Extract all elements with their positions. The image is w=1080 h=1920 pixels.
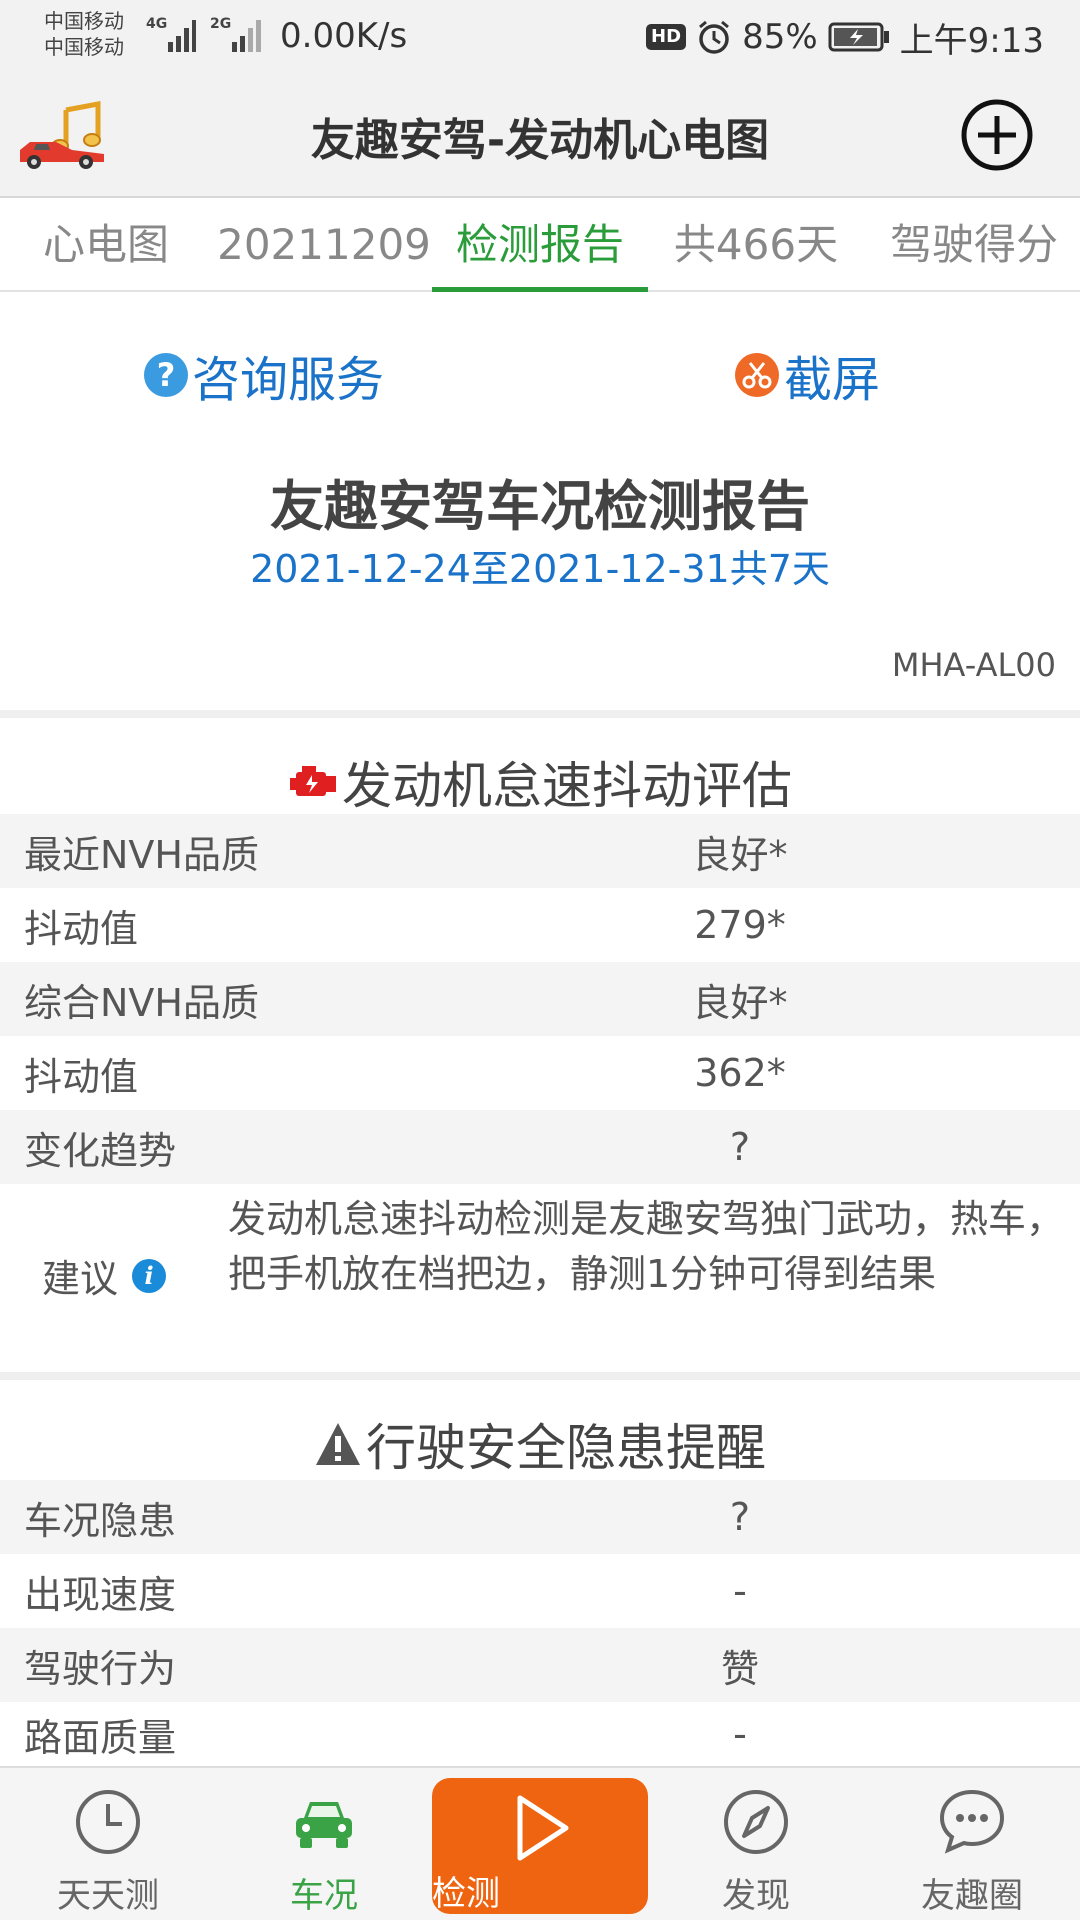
scissors-icon — [735, 353, 779, 397]
advice-block: 建议 i 发动机怠速抖动检测是友趣安驾独门武功，热车，把手机放在档把边，静测1分… — [0, 1184, 1080, 1356]
tab-date-label: 20211209 — [217, 220, 431, 269]
row-value: 良好* — [692, 980, 788, 1025]
network-speed: 0.00K/s — [280, 16, 408, 56]
engine-section-title: 发动机怠速抖动评估 — [0, 746, 1080, 818]
nav-car-status[interactable]: 车况 — [216, 1768, 432, 1920]
nav-car-status-label: 车况 — [290, 1876, 358, 1916]
row-label: 车况隐患 — [24, 1498, 177, 1543]
table-row: 最近NVH品质 良好* — [0, 814, 1080, 888]
nav-discover[interactable]: 发现 — [648, 1768, 864, 1920]
row-label: 路面质量 — [24, 1715, 177, 1760]
nav-community-label: 友趣圈 — [921, 1876, 1023, 1916]
row-value: 赞 — [720, 1646, 759, 1691]
page-title: 友趣安驾-发动机心电图 — [310, 115, 770, 166]
tab-date[interactable]: 20211209 — [212, 198, 436, 292]
active-tab-indicator — [432, 287, 648, 292]
row-value: 良好* — [692, 832, 788, 877]
battery-percent: 85% — [742, 17, 818, 57]
nav-detect[interactable]: 检测 — [432, 1778, 648, 1914]
carrier-labels: 中国移动 中国移动 — [44, 8, 124, 60]
status-right: HD 85% 上午9:13 — [646, 14, 1044, 61]
tab-report-label: 检测报告 — [455, 220, 624, 269]
consult-service-link[interactable]: ? 咨询服务 — [144, 340, 384, 410]
row-label: 出现速度 — [24, 1572, 177, 1617]
nav-discover-label: 发现 — [722, 1876, 790, 1916]
nav-community[interactable]: 友趣圈 — [864, 1768, 1080, 1920]
clock-icon — [76, 1790, 140, 1854]
nav-daily-test[interactable]: 天天测 — [0, 1768, 216, 1920]
play-icon — [517, 1795, 569, 1861]
alarm-icon — [699, 20, 730, 54]
row-value: ? — [729, 1125, 751, 1169]
tab-score[interactable]: 驾驶得分 — [872, 198, 1076, 292]
tab-bar: 心电图 20211209 检测报告 共466天 驾驶得分 — [0, 198, 1080, 292]
safety-section-title: 行驶安全隐患提醒 — [0, 1408, 1080, 1480]
bottom-nav: 天天测 车况 检测 发现 友趣圈 — [0, 1766, 1080, 1920]
row-value: - — [733, 1712, 747, 1756]
warning-icon — [316, 1423, 360, 1465]
engine-section-label: 发动机怠速抖动评估 — [342, 757, 792, 815]
tab-days-label: 共466天 — [673, 220, 839, 269]
row-label: 变化趋势 — [24, 1128, 177, 1173]
screenshot-link[interactable]: 截屏 — [734, 340, 880, 410]
table-row: 抖动值 362* — [0, 1036, 1080, 1110]
hd-badge: HD — [646, 24, 687, 50]
table-row: 出现速度 - — [0, 1554, 1080, 1628]
car-icon — [296, 1802, 352, 1848]
screenshot-label: 截屏 — [784, 352, 881, 408]
row-value: 362* — [694, 1051, 786, 1095]
nav-daily-test-label: 天天测 — [57, 1876, 159, 1916]
nav-detect-label: 检测 — [432, 1874, 500, 1914]
report-date-range: 2021-12-24至2021-12-31共7天 — [250, 547, 830, 591]
app-header: 友趣安驾-发动机心电图 — [0, 76, 1080, 198]
table-row: 综合NVH品质 良好* — [0, 962, 1080, 1036]
app-screen: 中国移动 中国移动 4G 2G 0.00K/s HD 85% 上午9:13 友趣… — [0, 0, 1080, 1920]
tab-report[interactable]: 检测报告 — [432, 198, 648, 292]
row-value: - — [733, 1569, 747, 1613]
battery-charging-icon — [828, 22, 889, 52]
tab-score-label: 驾驶得分 — [889, 220, 1058, 269]
advice-text: 发动机怠速抖动检测是友趣安驾独门武功，热车，把手机放在档把边，静测1分钟可得到结… — [228, 1197, 1065, 1296]
compass-icon — [724, 1790, 788, 1854]
safety-section-label: 行驶安全隐患提醒 — [366, 1419, 766, 1477]
section-divider — [0, 710, 1080, 718]
chat-bubble-icon — [939, 1789, 1005, 1854]
table-row: 路面质量 - — [0, 1702, 1080, 1766]
signal-icon — [168, 20, 196, 52]
help-icon: ? — [144, 353, 188, 397]
tab-ecg-label: 心电图 — [42, 220, 169, 269]
row-value: ? — [729, 1495, 751, 1539]
table-row: 驾驶行为 赞 — [0, 1628, 1080, 1702]
tab-ecg[interactable]: 心电图 — [18, 198, 194, 292]
row-label: 综合NVH品质 — [24, 980, 259, 1025]
row-label: 驾驶行为 — [24, 1646, 177, 1691]
add-icon[interactable] — [960, 98, 1034, 172]
advice-label: 建议 — [42, 1257, 119, 1301]
section-divider — [0, 1372, 1080, 1380]
table-row: 变化趋势 ? — [0, 1110, 1080, 1184]
row-label: 最近NVH品质 — [24, 832, 259, 877]
row-value: 279* — [694, 903, 786, 947]
signal-icon-2 — [232, 20, 261, 52]
report-title: 友趣安驾车况检测报告 — [270, 475, 810, 538]
row-label: 抖动值 — [24, 1054, 139, 1099]
consult-service-label: 咨询服务 — [192, 352, 385, 408]
device-model: MHA-AL00 — [891, 646, 1056, 684]
status-bar: 中国移动 中国移动 4G 2G 0.00K/s HD 85% 上午9:13 — [0, 0, 1080, 76]
carrier-1: 中国移动 — [44, 9, 124, 33]
info-icon[interactable]: i — [132, 1258, 167, 1293]
row-label: 抖动值 — [24, 906, 139, 951]
clock: 上午9:13 — [899, 20, 1044, 61]
carrier-2: 中国移动 — [44, 35, 124, 59]
table-row: 车况隐患 ? — [0, 1480, 1080, 1554]
tab-days[interactable]: 共466天 — [660, 198, 852, 292]
engine-icon — [290, 766, 336, 796]
advice-label-group[interactable]: 建议 i — [42, 1248, 167, 1303]
table-row: 抖动值 279* — [0, 888, 1080, 962]
